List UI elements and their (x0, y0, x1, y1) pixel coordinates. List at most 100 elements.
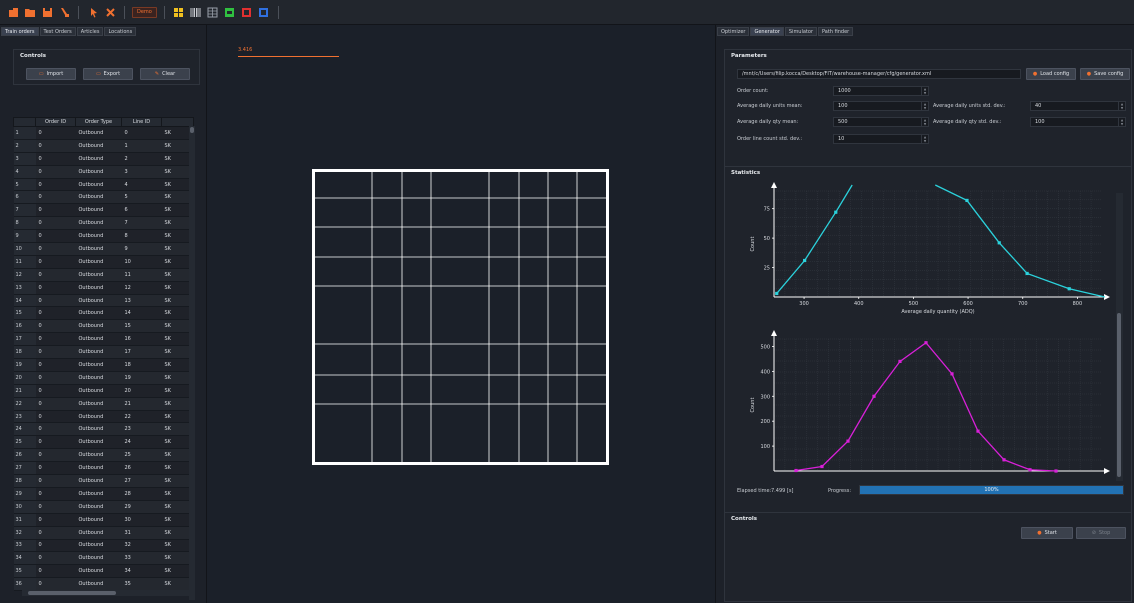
export-button[interactable]: ▭ Export (83, 68, 133, 80)
order-type-cell[interactable]: Outbound (75, 242, 122, 256)
order-type-cell[interactable]: Outbound (75, 139, 122, 153)
table-row[interactable]: 24 0 Outbound 23 SK (13, 422, 194, 437)
units-mean-spinbox[interactable]: 100 ▲ ▼ (833, 101, 929, 111)
line-id-cell[interactable]: 33 (121, 551, 162, 566)
order-id-cell[interactable]: 0 (35, 435, 76, 450)
tab-train-orders[interactable]: Train orders (1, 27, 39, 36)
order-type-cell[interactable]: Outbound (75, 190, 122, 205)
qty-mean-spinbox[interactable]: 500 ▲ ▼ (833, 117, 929, 127)
order-id-cell[interactable]: 0 (35, 255, 76, 269)
row-header[interactable]: 36 (13, 577, 36, 592)
order-type-cell[interactable]: Outbound (75, 500, 122, 514)
order-type-cell[interactable]: Outbound (75, 281, 122, 295)
order-id-cell[interactable]: 0 (35, 397, 76, 411)
row-header[interactable]: 33 (13, 539, 36, 553)
line-id-cell[interactable]: 0 (121, 126, 162, 140)
order-type-cell[interactable]: Outbound (75, 577, 122, 592)
table-row[interactable]: 17 0 Outbound 16 SK (13, 332, 194, 347)
order-id-cell[interactable]: 0 (35, 539, 76, 553)
line-id-cell[interactable]: 1 (121, 139, 162, 153)
order-type-cell[interactable]: Outbound (75, 422, 122, 437)
spin-arrows-icon[interactable]: ▲ ▼ (1118, 102, 1125, 110)
tab-locations[interactable]: Locations (104, 27, 137, 36)
order-type-cell[interactable]: Outbound (75, 203, 122, 218)
spin-arrows-icon[interactable]: ▲ ▼ (921, 118, 928, 126)
table-row[interactable]: 26 0 Outbound 25 SK (13, 448, 194, 463)
line-id-cell[interactable]: 19 (121, 371, 162, 385)
order-id-cell[interactable]: 0 (35, 422, 76, 437)
order-id-cell[interactable]: 0 (35, 268, 76, 282)
row-header[interactable]: 30 (13, 500, 36, 514)
pointer-icon[interactable] (86, 5, 100, 19)
line-id-cell[interactable]: 7 (121, 216, 162, 231)
line-id-cell[interactable]: 6 (121, 203, 162, 218)
table-row[interactable]: 14 0 Outbound 13 SK (13, 294, 194, 308)
table-row[interactable]: 10 0 Outbound 9 SK (13, 242, 194, 256)
tab-articles[interactable]: Articles (76, 27, 104, 36)
order-id-cell[interactable]: 0 (35, 577, 76, 592)
order-type-cell[interactable]: Outbound (75, 487, 122, 501)
order-id-cell[interactable]: 0 (35, 229, 76, 244)
table-row[interactable]: 15 0 Outbound 14 SK (13, 306, 194, 321)
order-type-cell[interactable]: Outbound (75, 255, 122, 269)
order-id-cell[interactable]: 0 (35, 474, 76, 488)
table-row[interactable]: 3 0 Outbound 2 SK (13, 152, 194, 166)
config-path-input[interactable]: /mnt/c/Users/filip.kocca/Desktop/FIT/war… (737, 69, 1021, 79)
order-count-spinbox[interactable]: 1000 ▲ ▼ (833, 86, 929, 96)
order-type-cell[interactable]: Outbound (75, 216, 122, 231)
line-id-cell[interactable]: 8 (121, 229, 162, 244)
brush-icon[interactable] (57, 5, 71, 19)
table-row[interactable]: 25 0 Outbound 24 SK (13, 435, 194, 450)
row-header[interactable]: 5 (13, 178, 36, 192)
line-id-cell[interactable]: 21 (121, 397, 162, 411)
barcode-icon[interactable] (189, 5, 203, 19)
order-type-cell[interactable]: Outbound (75, 526, 122, 540)
line-id-cell[interactable]: 2 (121, 152, 162, 166)
row-header[interactable]: 29 (13, 487, 36, 501)
line-id-cell[interactable]: 10 (121, 255, 162, 269)
order-id-cell[interactable]: 0 (35, 500, 76, 514)
line-id-cell[interactable]: 27 (121, 474, 162, 488)
line-id-cell[interactable]: 11 (121, 268, 162, 282)
order-type-cell[interactable]: Outbound (75, 178, 122, 192)
order-id-cell[interactable]: 0 (35, 551, 76, 566)
row-header[interactable]: 13 (13, 281, 36, 295)
order-type-cell[interactable]: Outbound (75, 474, 122, 488)
table-row[interactable]: 27 0 Outbound 26 SK (13, 461, 194, 476)
line-id-cell[interactable]: 28 (121, 487, 162, 501)
import-button[interactable]: ▭ Import (26, 68, 76, 80)
open-folder-icon[interactable] (23, 5, 37, 19)
table-row[interactable]: 12 0 Outbound 11 SK (13, 268, 194, 282)
row-header[interactable]: 28 (13, 474, 36, 488)
order-id-cell[interactable]: 0 (35, 306, 76, 321)
row-header[interactable]: 19 (13, 358, 36, 372)
grid-layout-icon[interactable] (172, 5, 186, 19)
table-row[interactable]: 7 0 Outbound 6 SK (13, 203, 194, 218)
line-id-cell[interactable]: 20 (121, 384, 162, 398)
table-row[interactable]: 19 0 Outbound 18 SK (13, 358, 194, 372)
row-header[interactable]: 2 (13, 139, 36, 153)
line-id-cell[interactable]: 9 (121, 242, 162, 256)
table-row[interactable]: 32 0 Outbound 31 SK (13, 526, 194, 540)
line-id-cell[interactable]: 26 (121, 461, 162, 476)
row-header[interactable]: 20 (13, 371, 36, 385)
row-header[interactable]: 34 (13, 551, 36, 566)
row-header[interactable]: 24 (13, 422, 36, 437)
order-type-cell[interactable]: Outbound (75, 126, 122, 140)
row-header[interactable]: 14 (13, 294, 36, 308)
save-config-button[interactable]: ● Save config (1080, 68, 1130, 80)
line-id-cell[interactable]: 22 (121, 410, 162, 424)
line-id-cell[interactable]: 15 (121, 319, 162, 334)
tab-generator[interactable]: Generator (750, 27, 784, 36)
order-type-cell[interactable]: Outbound (75, 371, 122, 385)
row-header[interactable]: 7 (13, 203, 36, 218)
row-header[interactable]: 3 (13, 152, 36, 166)
table-row[interactable]: 9 0 Outbound 8 SK (13, 229, 194, 244)
order-type-cell[interactable]: Outbound (75, 152, 122, 166)
order-id-cell[interactable]: 0 (35, 526, 76, 540)
table-row[interactable]: 20 0 Outbound 19 SK (13, 371, 194, 385)
start-button[interactable]: ● Start (1021, 527, 1073, 539)
order-type-cell[interactable]: Outbound (75, 539, 122, 553)
row-header[interactable]: 22 (13, 397, 36, 411)
line-id-cell[interactable]: 30 (121, 513, 162, 527)
